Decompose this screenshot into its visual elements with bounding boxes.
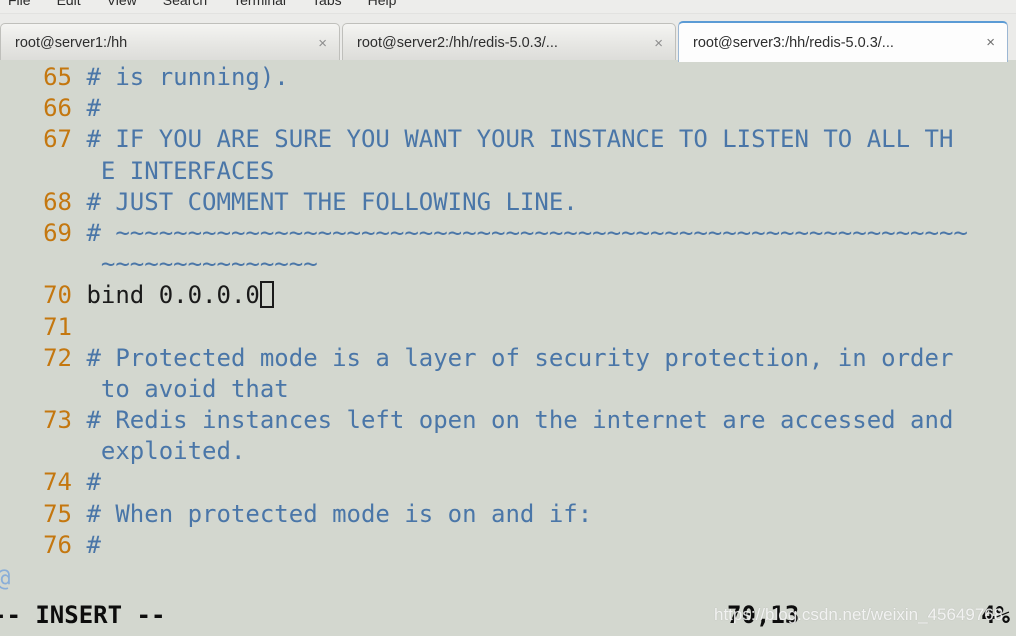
line-number: 71: [43, 312, 72, 341]
line-number: 65: [43, 63, 72, 91]
line-number: 75: [43, 499, 72, 528]
line-text: to avoid that: [72, 374, 289, 403]
line-text: #: [72, 94, 101, 123]
editor-line[interactable]: 69 # ~~~~~~~~~~~~~~~~~~~~~~~~~~~~~~~~~~~…: [0, 218, 1016, 249]
menu-item-tabs[interactable]: Tabs: [312, 0, 342, 7]
line-text: # Protected mode is a layer of security …: [72, 343, 954, 372]
editor-line[interactable]: 67 # IF YOU ARE SURE YOU WANT YOUR INSTA…: [0, 124, 1016, 155]
editor-line[interactable]: to avoid that: [0, 374, 1016, 405]
menu-item-terminal[interactable]: Terminal: [233, 0, 286, 7]
menu-item-file[interactable]: File: [8, 0, 31, 7]
editor-line[interactable]: 71: [0, 312, 1016, 343]
line-text: #: [72, 530, 101, 559]
line-number: 69: [43, 218, 72, 247]
line-number: 74: [43, 468, 72, 497]
editor-line[interactable]: ~~~~~~~~~~~~~~~: [0, 249, 1016, 280]
menu-item-edit[interactable]: Edit: [57, 0, 81, 7]
editor-line[interactable]: E INTERFACES: [0, 156, 1016, 187]
cursor-position: 70,13: [727, 601, 800, 629]
menu-item-view[interactable]: View: [107, 0, 137, 7]
line-text: # JUST COMMENT THE FOLLOWING LINE.: [72, 187, 578, 216]
line-text: # is running).: [72, 63, 289, 91]
close-icon[interactable]: ×: [318, 36, 327, 51]
tab-root-server1[interactable]: root@server1:/hh ×: [0, 23, 340, 62]
line-number: 73: [43, 406, 72, 435]
editor-line[interactable]: 70 bind 0.0.0.0: [0, 280, 1016, 311]
tab-root-server3[interactable]: root@server3:/hh/redis-5.0.3/... ×: [678, 21, 1008, 62]
menu-item-search[interactable]: Search: [163, 0, 207, 7]
line-text: bind 0.0.0.0: [72, 281, 260, 310]
line-number: 70: [43, 281, 72, 310]
tab-label: root@server1:/hh: [15, 35, 128, 51]
editor-line[interactable]: 66 #: [0, 93, 1016, 124]
editor-line[interactable]: 68 # JUST COMMENT THE FOLLOWING LINE.: [0, 187, 1016, 218]
vim-mode-indicator: -- INSERT --: [0, 601, 166, 629]
line-number: 67: [43, 125, 72, 154]
line-number: 66: [43, 94, 72, 123]
line-number: 68: [43, 187, 72, 216]
terminal-window: File Edit View Search Terminal Tabs Help…: [0, 0, 1016, 636]
line-text: # Redis instances left open on the inter…: [72, 406, 954, 435]
editor-line[interactable]: 72 # Protected mode is a layer of securi…: [0, 343, 1016, 374]
scroll-percent: 4%: [981, 601, 1010, 629]
editor-line[interactable]: 73 # Redis instances left open on the in…: [0, 405, 1016, 436]
line-number: 72: [43, 343, 72, 372]
tab-root-server2[interactable]: root@server2:/hh/redis-5.0.3/... ×: [342, 23, 676, 62]
line-text: #: [72, 468, 101, 497]
terminal-screen[interactable]: 65 # is running). 66 #67 # IF YOU ARE SUR…: [0, 62, 1016, 636]
editor-line[interactable]: 74 #: [0, 467, 1016, 498]
line-text: # When protected mode is on and if:: [72, 499, 593, 528]
line-text: E INTERFACES: [72, 156, 275, 185]
vim-buffer[interactable]: 65 # is running). 66 #67 # IF YOU ARE SUR…: [0, 62, 1016, 561]
tab-label: root@server2:/hh/redis-5.0.3/...: [357, 35, 558, 51]
line-text: # IF YOU ARE SURE YOU WANT YOUR INSTANCE…: [72, 125, 954, 154]
vim-status-line: -- INSERT -- 70,13 4%: [0, 600, 1016, 632]
menu-bar: File Edit View Search Terminal Tabs Help: [0, 0, 1016, 14]
line-text: ~~~~~~~~~~~~~~~: [72, 250, 318, 279]
menu-item-help[interactable]: Help: [368, 0, 397, 7]
close-icon[interactable]: ×: [986, 35, 995, 50]
vim-fill-marker: @: [0, 563, 10, 594]
line-text: # ~~~~~~~~~~~~~~~~~~~~~~~~~~~~~~~~~~~~~~…: [72, 218, 968, 247]
tab-label: root@server3:/hh/redis-5.0.3/...: [693, 34, 894, 51]
editor-line[interactable]: exploited.: [0, 436, 1016, 467]
tab-bar: root@server1:/hh × root@server2:/hh/redi…: [0, 14, 1016, 62]
line-text: exploited.: [72, 437, 246, 466]
editor-line[interactable]: 76 #: [0, 530, 1016, 561]
text-cursor: [259, 281, 274, 309]
line-number: 76: [43, 530, 72, 559]
editor-line[interactable]: 65 # is running).: [0, 62, 1016, 93]
close-icon[interactable]: ×: [654, 36, 663, 51]
line-text: [72, 313, 86, 341]
editor-line[interactable]: 75 # When protected mode is on and if:: [0, 499, 1016, 530]
